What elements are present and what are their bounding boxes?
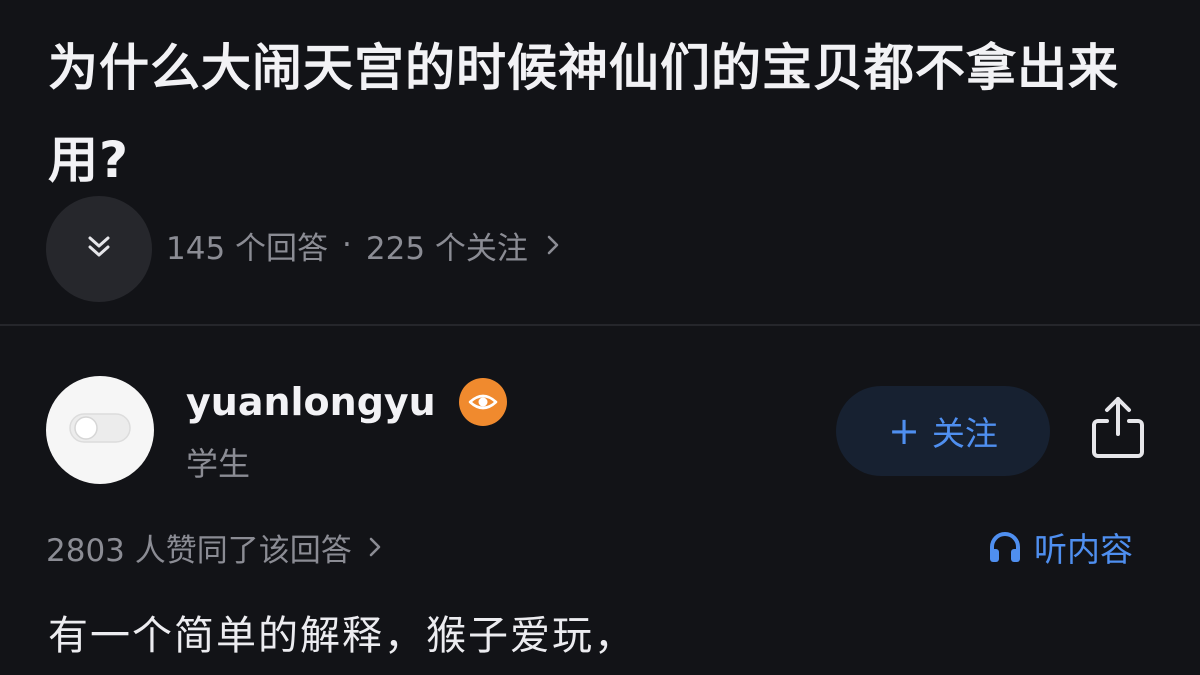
- follower-count: 225 个关注: [365, 230, 528, 267]
- vote-summary-text: 2803 人赞同了该回答: [46, 532, 352, 569]
- follow-button-label: 关注: [931, 414, 998, 453]
- plus-icon: +: [888, 409, 920, 453]
- listen-button[interactable]: 听内容: [986, 524, 1133, 570]
- author-description: 学生: [186, 445, 251, 483]
- collapse-button[interactable]: [46, 196, 152, 302]
- answer-count: 145 个回答: [166, 230, 329, 267]
- author-avatar[interactable]: [46, 376, 154, 484]
- answer-content[interactable]: 有一个简单的解释，猴子爱玩，: [48, 606, 636, 666]
- section-divider: [0, 324, 1200, 326]
- share-icon: [1089, 394, 1147, 464]
- eye-icon: [459, 378, 507, 426]
- listen-label: 听内容: [1034, 530, 1133, 569]
- follow-button[interactable]: + 关注: [836, 386, 1050, 476]
- question-stats[interactable]: 145 个回答 · 225 个关注: [166, 222, 560, 268]
- chevron-right-icon: [368, 536, 382, 558]
- headphones-icon: [986, 528, 1024, 566]
- share-button[interactable]: [1088, 394, 1148, 464]
- question-title: 为什么大闹天宫的时候神仙们的宝贝都不拿出来用?: [48, 39, 1119, 189]
- stats-separator: ·: [342, 227, 352, 263]
- double-chevron-down-icon: [84, 232, 114, 266]
- toggle-avatar-icon: [68, 410, 132, 450]
- author-name[interactable]: yuanlongyu: [186, 378, 436, 426]
- chevron-right-icon: [546, 234, 560, 256]
- vote-summary[interactable]: 2803 人赞同了该回答: [46, 524, 382, 570]
